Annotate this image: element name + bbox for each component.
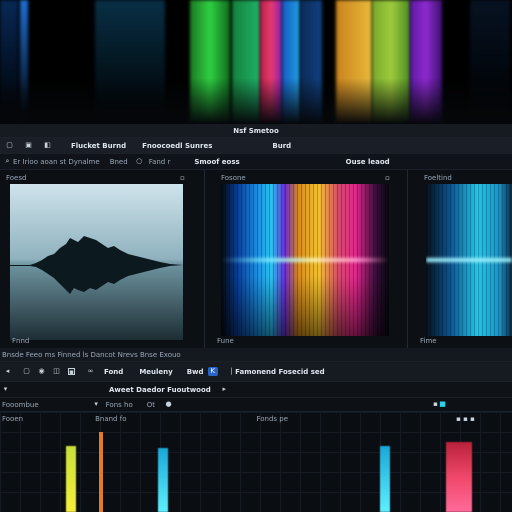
pipe-icon: |	[230, 367, 233, 375]
toolbar-menu-3[interactable]: Burd	[272, 142, 291, 150]
sub-control-label[interactable]: Aweet Daedor Fuoutwood	[109, 386, 211, 394]
toolbar: ▢ ▣ ◧ Flucket Burnd Fnoocoedl Sunres Bur…	[0, 138, 512, 154]
panel-3-title: Foeltind	[424, 174, 452, 182]
app-title: Nsf Smetoo	[233, 126, 279, 135]
track-1-dot-icon[interactable]: ●	[165, 401, 172, 408]
select-icon[interactable]: ▪	[68, 368, 75, 376]
playhead[interactable]	[99, 432, 103, 512]
media-bar: ⌕ Er Irioo aoan st Dynalme Bned ○ Fand r…	[0, 154, 512, 170]
media-tab-2[interactable]: Fand r	[149, 158, 171, 166]
track-2-label: Fooen	[2, 415, 24, 423]
title-bar: Nsf Smetoo	[0, 124, 512, 138]
toolbar-menu-2[interactable]: Fnoocoedl Sunres	[142, 142, 212, 150]
panel-1-menu-icon[interactable]: ▫	[179, 174, 186, 182]
circle-icon[interactable]: ○	[136, 158, 143, 165]
toolbar-menu-1[interactable]: Flucket Burnd	[71, 142, 126, 150]
panel-2-footer: Fune	[217, 337, 234, 345]
record-icon[interactable]: ◉	[38, 368, 45, 375]
info-bar-text: Bnsde Feeo ms Finned ls Dancot Nrevs Bns…	[2, 350, 181, 359]
cyan-spectrum-thumbnail[interactable]	[426, 184, 512, 336]
control-label-1[interactable]: Fond	[104, 368, 123, 376]
waveform-silhouette	[10, 236, 183, 294]
panel-1-title: Foesd	[6, 174, 27, 182]
info-bar: Bnsde Feeo ms Finned ls Dancot Nrevs Bns…	[0, 348, 512, 362]
timeline-area[interactable]: Fooen Bnand fo Fonds pe ▪ ▪ ▪	[0, 412, 512, 512]
hero-preview-banner	[0, 0, 512, 124]
media-tab-4[interactable]: Ouse leaod	[346, 158, 390, 166]
track-1-mute-icon[interactable]: ▪	[432, 401, 439, 408]
link-icon[interactable]: ∞	[87, 368, 94, 375]
clip-cyan-1[interactable]	[158, 448, 168, 512]
track-1-dropdown-icon[interactable]: ▾	[93, 401, 100, 408]
panel-3-footer: Fime	[420, 337, 437, 345]
transport-controls: ◂ ▢ ◉ ◫ ▪ ∞ Fond Meuleny Bwd K | Famonen…	[0, 362, 512, 382]
clip-red[interactable]	[446, 442, 472, 512]
track-row-1: Fooombue ▾ Fons ho Ot ● ▪ ■	[0, 398, 512, 412]
track-2-icon-a[interactable]: ▪	[455, 415, 462, 423]
snap-badge[interactable]: K	[207, 367, 219, 376]
panel-2-menu-icon[interactable]: ▫	[384, 174, 391, 182]
track-row-2: Fooen Bnand fo Fonds pe ▪ ▪ ▪	[0, 412, 512, 426]
save-icon[interactable]: ▣	[25, 142, 32, 149]
search-icon[interactable]: ⌕	[4, 158, 11, 165]
media-panel-2: Fosone ▫ Fune	[205, 170, 408, 348]
cut-icon[interactable]: ▢	[23, 368, 30, 375]
media-filter-label[interactable]: Er Irioo aoan st Dynalme	[13, 158, 100, 166]
track-1-label: Fooombue	[2, 400, 39, 409]
track-2-value[interactable]: Bnand fo	[95, 415, 126, 423]
control-label-3[interactable]: Bwd	[187, 368, 204, 376]
folder-icon[interactable]: ◧	[44, 142, 51, 149]
panel-1-footer: Fnnd	[12, 337, 30, 345]
spectrum-thumbnail[interactable]	[221, 184, 389, 336]
play-icon[interactable]: ▸	[221, 386, 228, 393]
sub-controls: ▾ Aweet Daedor Fuoutwood ▸	[0, 382, 512, 398]
waveform-thumbnail[interactable]	[10, 184, 183, 340]
panel-2-title: Fosone	[221, 174, 246, 182]
window-icon[interactable]: ▢	[6, 142, 13, 149]
trim-icon[interactable]: ◫	[53, 368, 60, 375]
media-panel-1: Foesd ▫ Fnnd	[0, 170, 205, 348]
media-tab-3[interactable]: Smoof eoss	[194, 158, 239, 166]
track-1-toggle[interactable]: Ot	[147, 401, 155, 409]
track-2-icon-c[interactable]: ▪	[469, 415, 476, 423]
track-1-solo-icon[interactable]: ■	[439, 401, 446, 408]
clip-cyan-2[interactable]	[380, 446, 390, 512]
clip-yellow[interactable]	[66, 446, 76, 512]
arrow-icon[interactable]: ◂	[4, 368, 11, 375]
media-tab-1[interactable]: Bned	[110, 158, 128, 166]
track-1-value[interactable]: Fons ho	[106, 401, 133, 409]
control-label-2[interactable]: Meuleny	[139, 368, 172, 376]
track-2-icon-b[interactable]: ▪	[462, 415, 469, 423]
control-label-4[interactable]: Famonend Fosecid sed	[235, 368, 325, 376]
track-2-extra[interactable]: Fonds pe	[256, 415, 288, 423]
media-panel-3: Foeltind Fime	[408, 170, 512, 348]
dropdown-icon[interactable]: ▾	[2, 386, 9, 393]
